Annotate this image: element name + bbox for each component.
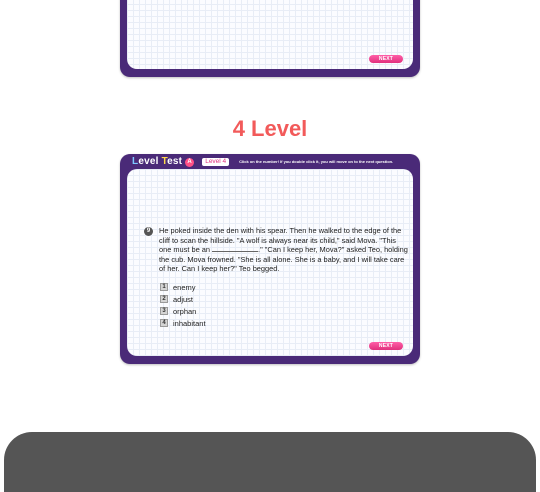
answer-choices: 1 enemy 2 adjust 3 orphan 4 inhabitant xyxy=(160,281,206,329)
option-text: adjust xyxy=(173,294,194,304)
test-type-badge: A xyxy=(185,158,195,167)
question-passage: He poked inside the den with his spear. … xyxy=(159,226,408,274)
answer-option-3[interactable]: 3 orphan xyxy=(160,305,206,317)
answer-blank xyxy=(212,245,259,253)
question-number-badge: 9 xyxy=(144,227,153,236)
option-text: enemy xyxy=(173,282,196,292)
option-text: orphan xyxy=(173,306,197,316)
answer-option-4[interactable]: 4 inhabitant xyxy=(160,317,206,329)
level-badge: Level 4 xyxy=(202,157,230,166)
option-text: inhabitant xyxy=(173,318,206,328)
next-button[interactable]: NEXT xyxy=(369,342,403,350)
answer-option-1[interactable]: 1 enemy xyxy=(160,281,206,293)
question-block: 9 He poked inside the den with his spear… xyxy=(144,226,408,274)
question-panel: 9 He poked inside the den with his spear… xyxy=(127,169,413,356)
next-button[interactable]: NEXT xyxy=(369,55,403,63)
previous-question-card: 4 memory NEXT xyxy=(120,0,420,77)
footer-panel xyxy=(4,432,536,492)
instruction-text: Click on the number! If you double click… xyxy=(239,159,394,164)
level-test-card: Level Test A Level 4 Click on the number!… xyxy=(120,154,420,364)
level-test-logo: Level Test A xyxy=(132,156,195,167)
option-number: 4 xyxy=(160,319,168,327)
option-number: 2 xyxy=(160,295,168,303)
option-number: 3 xyxy=(160,307,168,315)
card-header: Level Test A Level 4 Click on the number!… xyxy=(120,154,420,169)
section-heading: 4 Level xyxy=(232,116,308,141)
option-number: 1 xyxy=(160,283,168,291)
previous-question-panel: 4 memory NEXT xyxy=(127,0,413,69)
answer-option-2[interactable]: 2 adjust xyxy=(160,293,206,305)
